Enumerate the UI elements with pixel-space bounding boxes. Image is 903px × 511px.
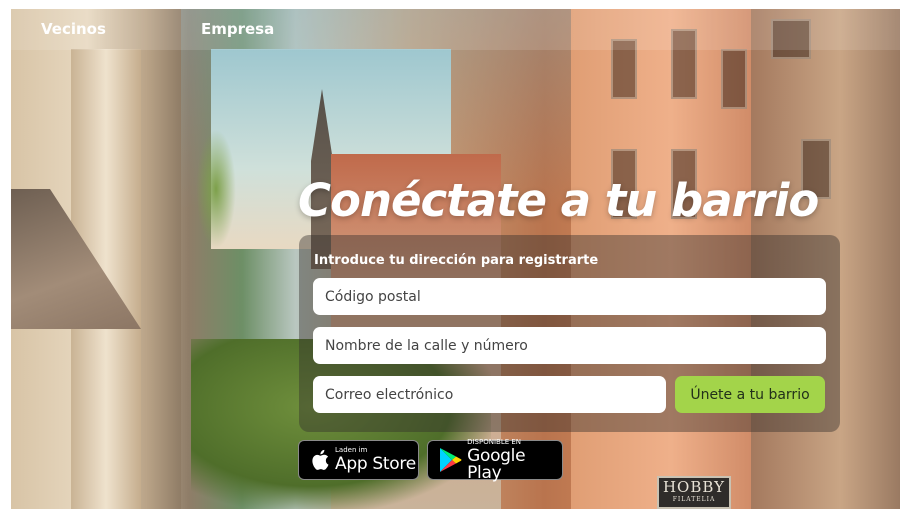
tree-image — [196, 129, 236, 249]
google-play-label: Google Play — [467, 445, 526, 483]
street-address-input[interactable] — [313, 327, 826, 364]
google-play-caption: DISPONIBLE EN — [467, 437, 522, 446]
top-navigation: Vecinos Empresa — [11, 9, 900, 50]
hero-headline: Conéctate a tu barrio — [298, 174, 819, 227]
shop-sign-title: HOBBY — [662, 478, 726, 496]
hobby-shop-sign: HOBBY FILATELIA — [657, 476, 731, 509]
app-store-button[interactable]: Laden im App Store — [298, 440, 419, 480]
shop-sign-subtitle: FILATELIA — [672, 496, 716, 503]
google-play-icon — [434, 447, 467, 473]
signup-form: Introduce tu dirección para registrarte … — [299, 235, 840, 432]
app-store-caption: Laden im — [335, 446, 368, 454]
postal-code-input[interactable] — [313, 278, 826, 315]
nav-link-vecinos[interactable]: Vecinos — [41, 20, 106, 38]
nav-link-empresa[interactable]: Empresa — [201, 20, 274, 38]
apple-icon — [305, 449, 335, 471]
window-image — [721, 49, 747, 109]
google-play-button[interactable]: DISPONIBLE EN Google Play — [427, 437, 563, 483]
app-store-label: App Store — [335, 454, 416, 474]
signup-instructions: Introduce tu dirección para registrarte — [314, 253, 599, 268]
hero-background: HOBBY FILATELIA Vecinos Empresa Conéctat… — [11, 9, 900, 509]
email-input[interactable] — [313, 376, 666, 413]
google-play-text: DISPONIBLE EN Google Play — [467, 437, 562, 483]
app-store-text: Laden im App Store — [335, 447, 416, 473]
join-neighborhood-button[interactable]: Únete a tu barrio — [675, 376, 825, 413]
